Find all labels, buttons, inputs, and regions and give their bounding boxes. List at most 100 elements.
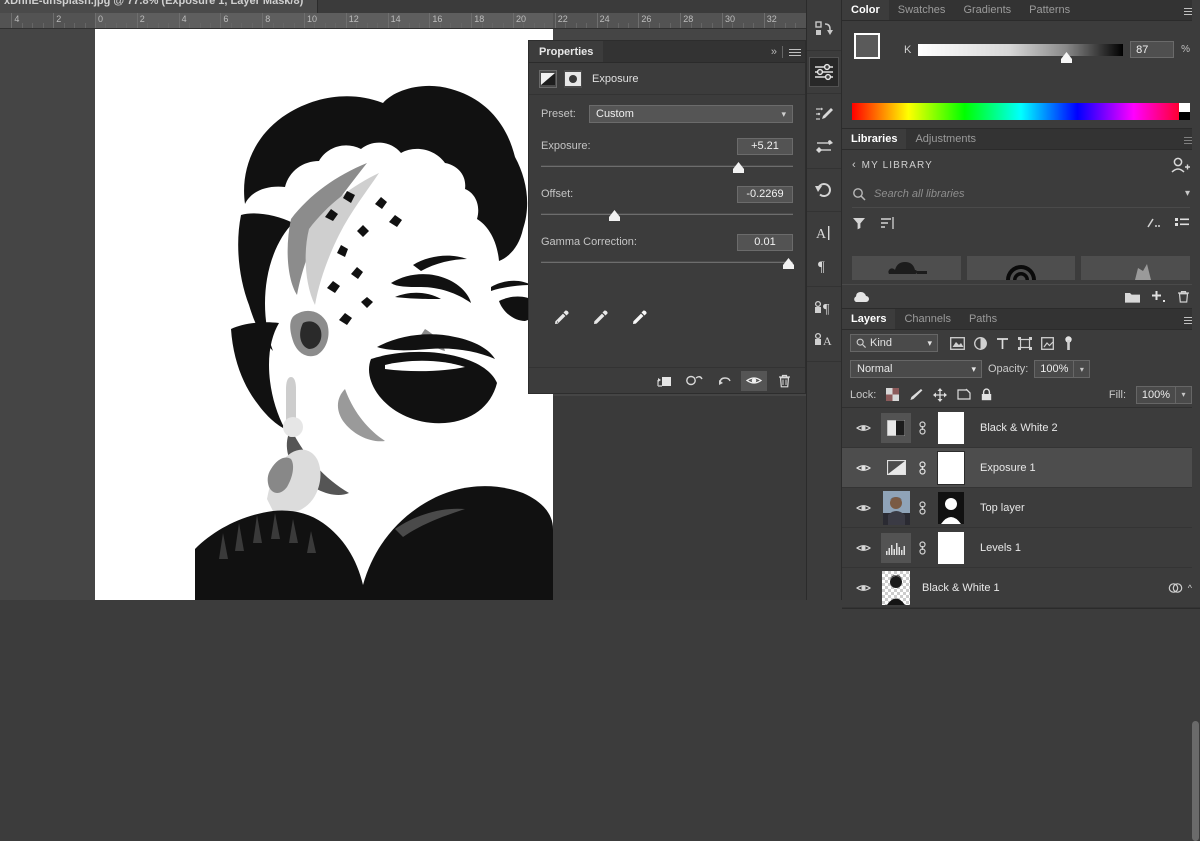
- exposure-adjustment-icon[interactable]: [539, 70, 557, 88]
- k-channel-knob[interactable]: [1061, 52, 1072, 63]
- offset-slider[interactable]: [541, 208, 793, 224]
- toggle-visibility-button[interactable]: [741, 371, 767, 391]
- preset-select[interactable]: Custom ▾: [589, 105, 793, 123]
- delete-adjustment-button[interactable]: [771, 371, 797, 391]
- tab-gradients[interactable]: Gradients: [954, 0, 1020, 20]
- layer-thumbnail[interactable]: [878, 533, 914, 563]
- panel-menu-icon[interactable]: [789, 49, 801, 56]
- view-list-icon[interactable]: [1174, 216, 1190, 230]
- foreground-color-swatch[interactable]: [854, 33, 880, 59]
- sort-icon[interactable]: [880, 216, 896, 230]
- horizontal-ruler[interactable]: 4202468101214161820222426283032: [0, 13, 806, 29]
- k-channel-value[interactable]: 87: [1130, 41, 1174, 58]
- layers-scrollbar[interactable]: [1192, 721, 1199, 841]
- white-point-eyedropper[interactable]: [631, 309, 648, 326]
- cloud-sync-icon[interactable]: [852, 291, 870, 303]
- offset-slider-knob[interactable]: [609, 210, 620, 221]
- table-row[interactable]: Black & White 2: [842, 408, 1200, 448]
- black-point-eyedropper[interactable]: [553, 309, 570, 326]
- layer-effects-icon[interactable]: [1168, 582, 1183, 594]
- table-row[interactable]: Levels 1: [842, 528, 1200, 568]
- history-icon[interactable]: [809, 175, 839, 205]
- clip-to-layer-button[interactable]: [651, 371, 677, 391]
- gray-point-eyedropper[interactable]: [592, 309, 609, 326]
- lock-image-icon[interactable]: [909, 388, 923, 401]
- view-previous-state-button[interactable]: [681, 371, 707, 391]
- layer-mask-thumbnail[interactable]: [930, 492, 972, 524]
- table-row[interactable]: Top layer: [842, 488, 1200, 528]
- exposure-slider-knob[interactable]: [733, 162, 744, 173]
- tab-patterns[interactable]: Patterns: [1020, 0, 1079, 20]
- reset-adjustment-button[interactable]: [711, 371, 737, 391]
- view-compact-icon[interactable]: [1146, 216, 1162, 230]
- layer-link-icon[interactable]: [914, 501, 930, 515]
- layer-link-icon[interactable]: [914, 421, 930, 435]
- brush-settings-icon[interactable]: [809, 100, 839, 130]
- tab-paths[interactable]: Paths: [960, 309, 1006, 329]
- layer-thumbnail[interactable]: [878, 571, 914, 605]
- delete-icon[interactable]: [1177, 290, 1190, 303]
- toggle-filter-icon[interactable]: [1063, 336, 1074, 351]
- paragraph-icon[interactable]: ¶: [809, 250, 839, 280]
- layer-thumbnail[interactable]: [878, 491, 914, 525]
- tab-swatches[interactable]: Swatches: [889, 0, 955, 20]
- fill-stepper[interactable]: ▾: [1176, 386, 1192, 404]
- layer-name[interactable]: Black & White 1: [914, 582, 1168, 594]
- gamma-slider[interactable]: [541, 256, 793, 272]
- adjustments-icon[interactable]: [809, 57, 839, 87]
- layer-visibility-toggle[interactable]: [848, 583, 878, 593]
- k-channel-slider[interactable]: [918, 44, 1123, 56]
- tab-color[interactable]: Color: [842, 0, 889, 20]
- type-filter-icon[interactable]: [996, 337, 1009, 350]
- lock-position-icon[interactable]: [933, 388, 947, 402]
- opacity-value[interactable]: 100%: [1034, 360, 1074, 378]
- layer-visibility-toggle[interactable]: [848, 463, 878, 473]
- chevron-down-icon[interactable]: ▾: [1185, 188, 1190, 199]
- adjustment-filter-icon[interactable]: [974, 337, 987, 350]
- libraries-icon[interactable]: [809, 14, 839, 44]
- invite-collaborators-icon[interactable]: [1170, 156, 1190, 174]
- library-asset-thumbnail[interactable]: [967, 256, 1076, 280]
- lock-artboard-icon[interactable]: [957, 388, 971, 401]
- layer-name[interactable]: Levels 1: [972, 542, 1200, 554]
- layer-thumbnail[interactable]: [878, 453, 914, 483]
- gamma-slider-knob[interactable]: [783, 258, 794, 269]
- layer-link-icon[interactable]: [914, 541, 930, 555]
- table-row[interactable]: Exposure 1: [842, 448, 1200, 488]
- layer-mask-thumbnail[interactable]: [930, 452, 972, 484]
- layer-name[interactable]: Exposure 1: [972, 462, 1200, 474]
- image-canvas[interactable]: [95, 29, 553, 600]
- search-input[interactable]: [874, 188, 1177, 200]
- opacity-stepper[interactable]: ▾: [1074, 360, 1090, 378]
- pixel-filter-icon[interactable]: [950, 337, 965, 350]
- tab-channels[interactable]: Channels: [895, 309, 959, 329]
- exposure-value[interactable]: +5.21: [737, 138, 793, 155]
- exposure-slider[interactable]: [541, 160, 793, 176]
- fill-value[interactable]: 100%: [1136, 386, 1176, 404]
- gamma-value[interactable]: 0.01: [737, 234, 793, 251]
- back-chevron-icon[interactable]: ‹: [852, 159, 856, 171]
- shape-filter-icon[interactable]: [1018, 337, 1032, 350]
- tab-libraries[interactable]: Libraries: [842, 129, 906, 149]
- color-spectrum-bar[interactable]: [852, 103, 1190, 120]
- collapse-chevrons-icon[interactable]: »: [771, 46, 776, 58]
- layer-visibility-toggle[interactable]: [848, 423, 878, 433]
- character-icon[interactable]: A: [809, 218, 839, 248]
- tab-adjustments[interactable]: Adjustments: [906, 129, 985, 149]
- library-asset-thumbnail[interactable]: [852, 256, 961, 280]
- brushes-icon[interactable]: [809, 132, 839, 162]
- blend-mode-select[interactable]: Normal ▾: [850, 360, 982, 378]
- filter-icon[interactable]: [852, 216, 866, 230]
- layer-visibility-toggle[interactable]: [848, 543, 878, 553]
- library-asset-thumbnail[interactable]: [1081, 256, 1190, 280]
- lock-all-icon[interactable]: [981, 388, 992, 401]
- layer-name[interactable]: Black & White 2: [972, 422, 1200, 434]
- layer-mask-icon[interactable]: [564, 70, 582, 88]
- layer-mask-thumbnail[interactable]: [930, 532, 972, 564]
- new-group-icon[interactable]: [1125, 291, 1140, 303]
- character-styles-icon[interactable]: A: [809, 325, 839, 355]
- tab-properties[interactable]: Properties: [529, 41, 603, 62]
- layer-name[interactable]: Top layer: [972, 502, 1200, 514]
- kind-filter-select[interactable]: Kind ▾: [850, 334, 938, 352]
- layer-visibility-toggle[interactable]: [848, 503, 878, 513]
